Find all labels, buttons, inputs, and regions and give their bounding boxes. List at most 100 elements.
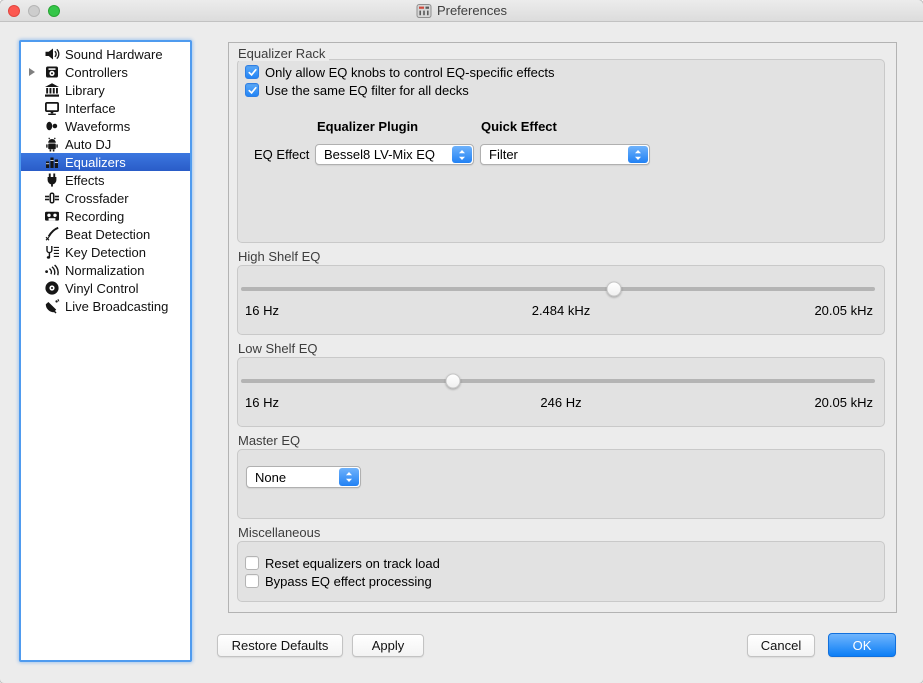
high-shelf-slider-track[interactable] [241,287,875,291]
ok-button[interactable]: OK [828,633,896,657]
zoom-button[interactable] [48,5,60,17]
eq-effect-label: EQ Effect [254,147,309,162]
sidebar-item-normalization[interactable]: Normalization [21,261,190,279]
quick-effect-dropdown[interactable]: Filter [480,144,650,165]
controller-icon [44,64,60,80]
sidebar-item-label: Recording [65,209,124,224]
sidebar-item-key-detection[interactable]: Key Detection [21,243,190,261]
bypass-eq-checkbox[interactable] [245,574,259,588]
sidebar-item-auto-dj[interactable]: Auto DJ [21,135,190,153]
checkbox-label: Reset equalizers on track load [265,556,440,571]
group-title-equalizer-rack: Equalizer Rack [238,46,329,61]
master-eq-dropdown[interactable]: None [246,466,361,488]
app-icon [416,3,432,19]
checkbox-label: Bypass EQ effect processing [265,574,432,589]
low-shelf-max-label: 20.05 kHz [814,395,873,410]
sidebar-item-label: Auto DJ [65,137,111,152]
high-shelf-labels: 16 Hz 2.484 kHz 20.05 kHz [238,303,884,319]
preferences-sidebar: Sound Hardware Controllers Library [19,40,192,662]
quick-effect-value: Filter [489,145,518,164]
checkbox-row-bypass-eq: Bypass EQ effect processing [245,573,432,589]
sidebar-item-label: Waveforms [65,119,130,134]
window-title: Preferences [437,3,507,18]
waveform-icon [44,118,60,134]
window-title-area: Preferences [416,3,507,19]
sidebar-item-waveforms[interactable]: Waveforms [21,117,190,135]
group-high-shelf-eq: 16 Hz 2.484 kHz 20.05 kHz [237,265,885,335]
high-shelf-max-label: 20.05 kHz [814,303,873,318]
equalizer-icon [44,154,60,170]
high-shelf-value-label: 2.484 kHz [238,303,884,318]
preferences-window: Preferences Sound Hardware Controllers [0,0,923,683]
dropdown-arrows-icon [339,468,359,486]
sidebar-item-beat-detection[interactable]: Beat Detection [21,225,190,243]
equalizer-plugin-value: Bessel8 LV-Mix EQ [324,145,435,164]
group-equalizer-rack: Only allow EQ knobs to control EQ-specif… [237,59,885,243]
sidebar-item-interface[interactable]: Interface [21,99,190,117]
robot-icon [44,136,60,152]
sidebar-item-vinyl-control[interactable]: Vinyl Control [21,279,190,297]
checkbox-row-eq-knobs: Only allow EQ knobs to control EQ-specif… [245,64,555,80]
sidebar-item-label: Live Broadcasting [65,299,168,314]
library-icon [44,82,60,98]
group-miscellaneous: Reset equalizers on track load Bypass EQ… [237,541,885,602]
whip-icon [44,226,60,242]
sidebar-item-equalizers[interactable]: Equalizers [21,153,190,171]
checkbox-row-same-eq-filter: Use the same EQ filter for all decks [245,82,469,98]
sidebar-item-label: Interface [65,101,116,116]
low-shelf-slider-handle[interactable] [445,374,460,389]
equalizer-plugin-dropdown[interactable]: Bessel8 LV-Mix EQ [315,144,474,165]
sidebar-item-label: Sound Hardware [65,47,163,62]
apply-button[interactable]: Apply [352,634,424,657]
sidebar-item-label: Beat Detection [65,227,150,242]
sidebar-item-label: Key Detection [65,245,146,260]
eq-knobs-checkbox[interactable] [245,65,259,79]
group-master-eq: None [237,449,885,519]
sidebar-item-label: Equalizers [65,155,126,170]
group-title-high-shelf-eq: High Shelf EQ [238,249,324,264]
low-shelf-value-label: 246 Hz [238,395,884,410]
reset-equalizers-checkbox[interactable] [245,556,259,570]
group-title-low-shelf-eq: Low Shelf EQ [238,341,322,356]
disclosure-triangle-icon[interactable] [29,68,35,76]
dropdown-arrows-icon [628,146,648,163]
low-shelf-labels: 16 Hz 246 Hz 20.05 kHz [238,395,884,411]
same-eq-filter-checkbox[interactable] [245,83,259,97]
column-header-quick-effect: Quick Effect [481,119,557,134]
preferences-pane-equalizers: Equalizer Rack Only allow EQ knobs to co… [228,42,897,613]
sidebar-item-label: Library [65,83,105,98]
sidebar-item-sound-hardware[interactable]: Sound Hardware [21,45,190,63]
checkbox-label: Use the same EQ filter for all decks [265,83,469,98]
group-title-master-eq: Master EQ [238,433,304,448]
checkbox-label: Only allow EQ knobs to control EQ-specif… [265,65,555,80]
cancel-button[interactable]: Cancel [747,634,815,657]
column-header-equalizer-plugin: Equalizer Plugin [317,119,418,134]
group-low-shelf-eq: 16 Hz 246 Hz 20.05 kHz [237,357,885,427]
disclosure-triangle-zone [29,68,44,76]
cassette-icon [44,208,60,224]
close-button[interactable] [8,5,20,17]
speaker-icon [44,46,60,62]
sidebar-item-label: Crossfader [65,191,129,206]
crossfader-icon [44,190,60,206]
sidebar-item-crossfader[interactable]: Crossfader [21,189,190,207]
sidebar-item-label: Controllers [65,65,128,80]
checkbox-row-reset-equalizers: Reset equalizers on track load [245,555,440,571]
sidebar-item-controllers[interactable]: Controllers [21,63,190,81]
satellite-icon [44,298,60,314]
restore-defaults-button[interactable]: Restore Defaults [217,634,343,657]
sidebar-item-effects[interactable]: Effects [21,171,190,189]
sidebar-item-live-broadcasting[interactable]: Live Broadcasting [21,297,190,315]
sidebar-item-recording[interactable]: Recording [21,207,190,225]
window-controls [8,5,60,17]
sound-waves-icon [44,262,60,278]
sidebar-item-library[interactable]: Library [21,81,190,99]
effects-icon [44,172,60,188]
high-shelf-slider-handle[interactable] [606,282,621,297]
low-shelf-slider-track[interactable] [241,379,875,383]
titlebar: Preferences [0,0,923,22]
vinyl-icon [44,280,60,296]
sidebar-item-label: Normalization [65,263,144,278]
dropdown-arrows-icon [452,146,472,163]
sidebar-item-label: Effects [65,173,105,188]
